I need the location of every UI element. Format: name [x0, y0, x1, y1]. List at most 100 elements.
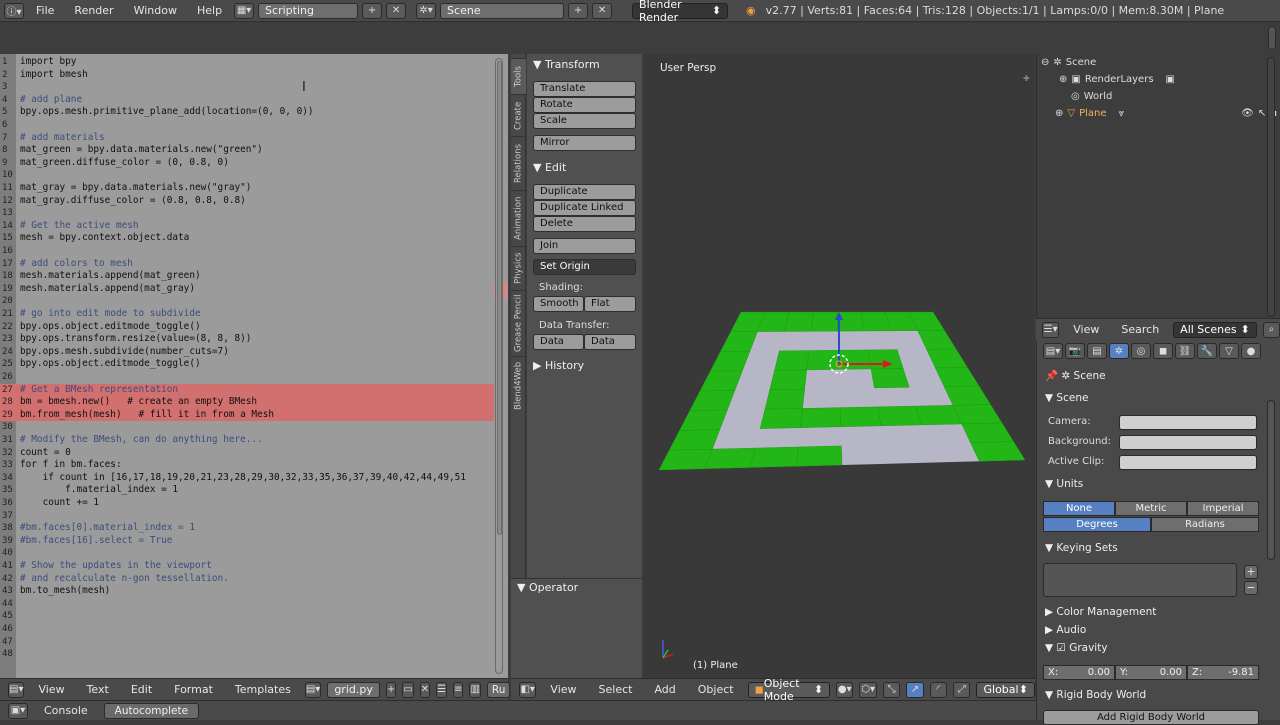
- gravity-header[interactable]: ▼ ☑ Gravity: [1045, 642, 1108, 654]
- code-line[interactable]: 2 import bmesh: [0, 69, 494, 82]
- outliner-scrollbar[interactable]: [1267, 57, 1275, 317]
- select-arrow-icon[interactable]: ↖: [1258, 108, 1266, 119]
- code-line[interactable]: 29 bm.from_mesh(mesh) # fill it in from a…: [0, 408, 494, 422]
- code-line[interactable]: 17 # add colors to mesh: [0, 258, 494, 271]
- edit-panel-header[interactable]: ▼ Edit: [533, 161, 566, 174]
- code-line[interactable]: 43 bm.to_mesh(mesh): [0, 585, 494, 598]
- outliner-row-scene[interactable]: ⊖ ✲ Scene: [1041, 57, 1096, 68]
- render-tab-icon[interactable]: 📷: [1065, 343, 1085, 359]
- code-line[interactable]: 11 mat_gray = bpy.data.materials.new("gra…: [0, 182, 494, 195]
- text-browse-icon[interactable]: ▤▾: [304, 681, 322, 698]
- mode-dropdown[interactable]: ◼ Object Mode ⬍: [747, 677, 831, 703]
- menu-window[interactable]: Window: [126, 4, 185, 17]
- code-line[interactable]: 19 mesh.materials.append(mat_gray): [0, 283, 494, 296]
- tab-relations[interactable]: Relations: [511, 136, 526, 190]
- layers-tab-icon[interactable]: ▤: [1087, 343, 1107, 359]
- remove-scene-icon[interactable]: ✕: [592, 2, 613, 19]
- duplicate-button[interactable]: Duplicate: [533, 184, 636, 200]
- operator-panel-header[interactable]: ▼ Operator: [517, 581, 578, 594]
- delete-button[interactable]: Delete: [533, 216, 636, 232]
- code-line[interactable]: 41 # Show the updates in the viewport: [0, 560, 494, 573]
- scale-manipulator-icon[interactable]: ⤢: [953, 681, 971, 698]
- rigid-body-header[interactable]: ▼ Rigid Body World: [1045, 689, 1146, 701]
- code-line[interactable]: 32 count = 0: [0, 447, 494, 460]
- outliner-row-world[interactable]: ◎ World: [1071, 91, 1112, 102]
- tab-physics[interactable]: Physics: [511, 246, 526, 290]
- code-line[interactable]: 36 count += 1: [0, 497, 494, 510]
- code-line[interactable]: 27 # Get a BMesh representation: [0, 383, 494, 397]
- render-engine-dropdown[interactable]: Blender Render ⬍: [632, 0, 729, 24]
- scene-field[interactable]: Scene: [440, 2, 565, 19]
- vp-menu-select[interactable]: Select: [591, 683, 641, 696]
- code-line[interactable]: 18 mesh.materials.append(mat_green): [0, 270, 494, 283]
- join-button[interactable]: Join: [533, 238, 636, 254]
- modifiers-tab-icon[interactable]: 🔧: [1197, 343, 1217, 359]
- text-menu-format[interactable]: Format: [166, 683, 221, 696]
- code-line[interactable]: 6: [0, 119, 494, 132]
- translate-button[interactable]: Translate: [533, 81, 636, 97]
- vp-menu-view[interactable]: View: [542, 683, 584, 696]
- code-line[interactable]: 34 if count in [16,17,18,19,20,21,23,28,…: [0, 472, 494, 485]
- code-line[interactable]: 25 bpy.ops.object.editmode_toggle(): [0, 358, 494, 371]
- code-line[interactable]: 26: [0, 371, 494, 384]
- outliner-row-plane[interactable]: ⊕▽Plane⩔👁↖▪: [1055, 108, 1277, 119]
- outliner-search-icon[interactable]: ⌕: [1262, 321, 1280, 338]
- viewport-plus-icon[interactable]: ✚: [1023, 74, 1030, 83]
- flat-button[interactable]: Flat: [584, 296, 636, 312]
- text-menu-edit[interactable]: Edit: [123, 683, 160, 696]
- layout-icon[interactable]: ▦▾: [234, 2, 255, 19]
- duplicate-linked-button[interactable]: Duplicate Linked: [533, 200, 636, 216]
- degrees-button[interactable]: Degrees: [1043, 517, 1151, 532]
- code-line[interactable]: 42 # and recalculate n-gon tessellation.: [0, 573, 494, 586]
- color-management-header[interactable]: ▶ Color Management: [1045, 606, 1156, 618]
- add-scene-icon[interactable]: +: [568, 2, 589, 19]
- line-numbers-icon[interactable]: ☰: [436, 681, 448, 698]
- orientation-dropdown[interactable]: Global ⬍: [976, 681, 1035, 698]
- code-line[interactable]: 23 bpy.ops.transform.resize(value=(8, 8, …: [0, 333, 494, 346]
- material-tab-icon[interactable]: ●: [1241, 343, 1261, 359]
- code-line[interactable]: 16: [0, 245, 494, 258]
- editor-scrollbar[interactable]: [495, 58, 503, 674]
- text-editor[interactable]: 1 import bpy 2 import bmesh 3 4 # add plane 5 bp…: [0, 54, 508, 678]
- code-line[interactable]: 22 bpy.ops.object.editmode_toggle(): [0, 321, 494, 334]
- filename-field[interactable]: grid.py: [327, 681, 380, 698]
- viewport-type-icon[interactable]: ◧▾: [519, 681, 537, 698]
- new-text-icon[interactable]: +: [385, 681, 397, 698]
- menu-render[interactable]: Render: [66, 4, 121, 17]
- vp-menu-object[interactable]: Object: [690, 683, 742, 696]
- data-tab-icon[interactable]: ▽: [1219, 343, 1239, 359]
- tab-tools[interactable]: Tools: [511, 58, 526, 94]
- code-line[interactable]: 39 #bm.faces[16].select = True: [0, 535, 494, 548]
- rotate-manipulator-icon[interactable]: ◜: [929, 681, 948, 698]
- outliner-menu-view[interactable]: View: [1065, 323, 1107, 336]
- gravity-y-field[interactable]: Y: 0.00: [1115, 665, 1187, 680]
- object-tab-icon[interactable]: ◼: [1153, 343, 1173, 359]
- editor-scrollbar-thumb[interactable]: [497, 61, 502, 535]
- editor-type-icon[interactable]: ▤▾: [8, 681, 25, 698]
- properties-scrollbar[interactable]: [1267, 400, 1275, 560]
- tab-create[interactable]: Create: [511, 94, 526, 136]
- code-line[interactable]: 14 # Get the active mesh: [0, 220, 494, 233]
- code-line[interactable]: 20: [0, 295, 494, 308]
- tab-animation[interactable]: Animation: [511, 190, 526, 246]
- scene-tab-icon[interactable]: ✲: [1109, 343, 1129, 359]
- code-line[interactable]: 4 # add plane: [0, 94, 494, 107]
- console-button[interactable]: Console: [36, 704, 96, 717]
- code-line[interactable]: 21 # go into edit mode to subdivide: [0, 308, 494, 321]
- autocomplete-button[interactable]: Autocomplete: [103, 702, 200, 719]
- info-editor-icon[interactable]: ⓘ▾: [4, 2, 24, 19]
- code-line[interactable]: 31 # Modify the BMesh, can do anything he…: [0, 434, 494, 447]
- code-line[interactable]: 3: [0, 81, 494, 94]
- shading-mode-icon[interactable]: ●▾: [836, 681, 854, 698]
- set-origin-dropdown[interactable]: Set Origin: [533, 259, 636, 275]
- background-field[interactable]: [1119, 435, 1257, 450]
- scene-canvas[interactable]: [643, 54, 1035, 678]
- outliner-menu-search[interactable]: Search: [1113, 323, 1167, 336]
- vp-menu-add[interactable]: Add: [646, 683, 683, 696]
- visibility-eye-icon[interactable]: 👁: [1241, 108, 1254, 119]
- translate-manipulator-icon[interactable]: ↗: [906, 681, 924, 698]
- units-none-button[interactable]: None: [1043, 501, 1115, 516]
- remove-keying-set-icon[interactable]: −: [1244, 581, 1258, 595]
- code-line[interactable]: 30: [0, 421, 494, 434]
- code-line[interactable]: 35 f.material_index = 1: [0, 484, 494, 497]
